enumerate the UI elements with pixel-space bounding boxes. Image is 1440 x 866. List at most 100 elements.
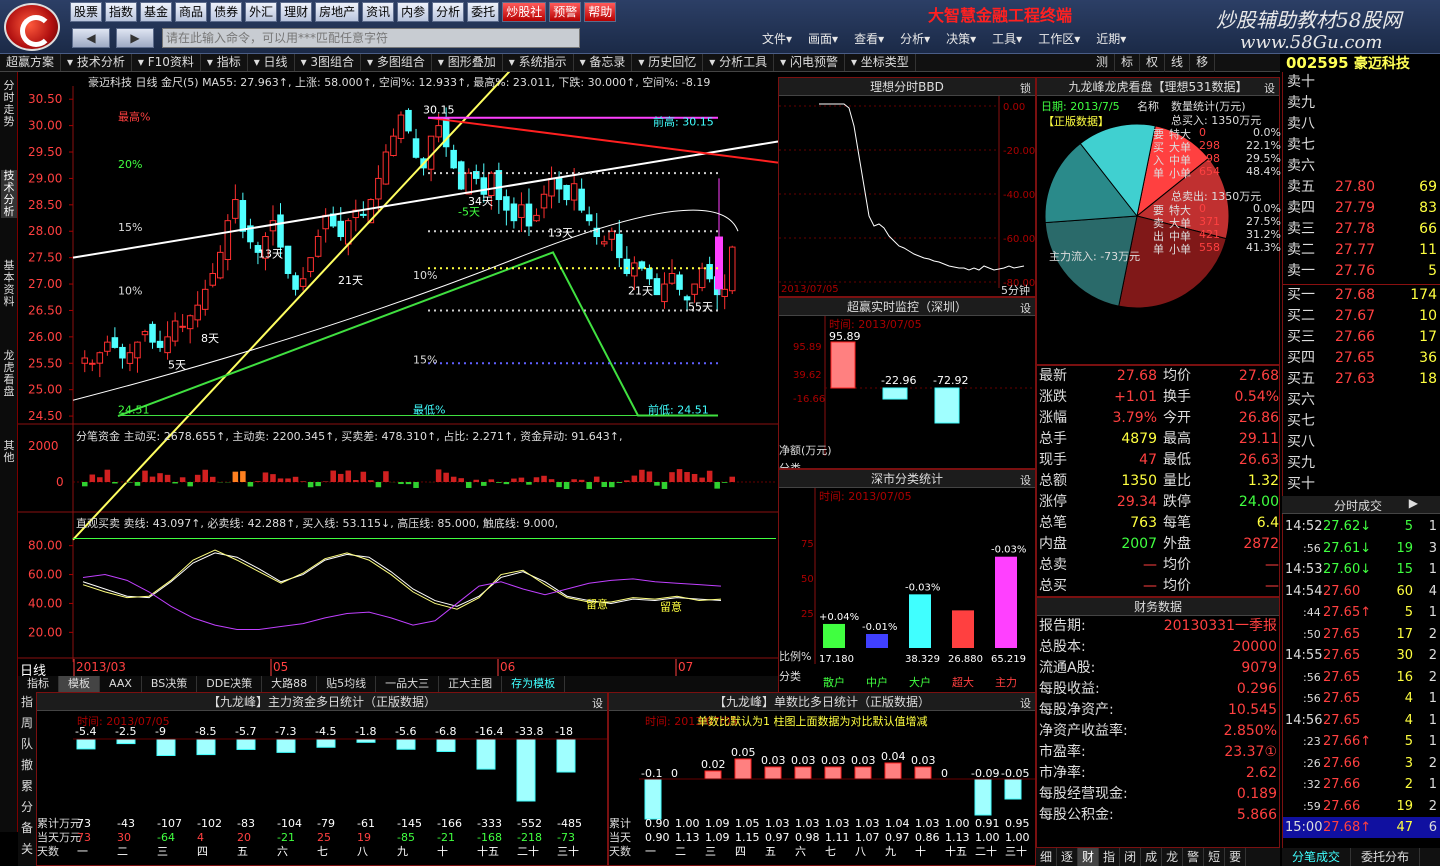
candle[interactable]	[676, 274, 683, 290]
candle[interactable]	[668, 272, 676, 284]
candle[interactable]	[186, 315, 194, 330]
ticks-list[interactable]: 14:52 27.62↓ 5 1:56 27.61↓ 19 3 14:53 27.60↓ 15 1 1…	[1282, 514, 1440, 848]
template-tab-1[interactable]: 模板	[59, 676, 100, 692]
template-tab-4[interactable]: DDE决策	[197, 676, 263, 692]
toolbar-item-3[interactable]: ▾ 指标	[201, 54, 248, 71]
candle[interactable]	[465, 172, 472, 195]
right-tab-6[interactable]: 龙	[1162, 848, 1184, 866]
template-tab-9[interactable]: 存为模板	[502, 676, 566, 692]
left-tab-2[interactable]: 基本资料	[1, 260, 17, 308]
candle[interactable]	[299, 278, 307, 287]
toolbar-item-7[interactable]: ▾ 图形叠加	[432, 54, 503, 71]
right-tab-3[interactable]: 指	[1099, 848, 1121, 866]
minute-bbd-chart[interactable]: 0.00-20.00-40.00-60.00-80.002013/07/05 5分…	[779, 96, 1035, 296]
jlf-left-tab-1[interactable]: 周	[19, 717, 35, 729]
candle[interactable]	[570, 183, 578, 201]
toolbar-item-13[interactable]: ▾ 坐标类型	[845, 54, 916, 71]
candle[interactable]	[89, 362, 96, 365]
candle[interactable]	[390, 135, 397, 157]
class-stat-settings-button[interactable]: 设	[1020, 472, 1031, 488]
menu-button-7[interactable]: 房地产	[315, 2, 360, 22]
jlf-fund-settings-button[interactable]: 设	[592, 695, 603, 711]
tick-row[interactable]: :56 27.61↓ 19 3	[1283, 538, 1440, 559]
candle[interactable]	[397, 114, 405, 139]
menu-button-11[interactable]: 委托	[467, 2, 500, 22]
toolbar-item-11[interactable]: ▾ 分析工具	[703, 54, 775, 71]
tick-row[interactable]: :50 27.65 17 2	[1283, 624, 1440, 645]
tick-row[interactable]: 14:55 27.65 30 2	[1283, 645, 1440, 666]
tick-row[interactable]: :23 27.66↑ 5 1	[1283, 731, 1440, 752]
candle[interactable]	[510, 203, 518, 222]
menu-button-2[interactable]: 基金	[140, 2, 173, 22]
candle[interactable]	[653, 278, 661, 296]
ticks-tab-1[interactable]: 委托分布	[1351, 848, 1421, 866]
candle[interactable]	[533, 214, 540, 222]
right-tab-4[interactable]: 闭	[1120, 848, 1142, 866]
candle[interactable]	[540, 193, 548, 209]
tick-row[interactable]: :26 27.66 3 2	[1283, 753, 1440, 774]
command-input[interactable]: 请在此输入命令，可以用***匹配任意字符	[162, 28, 580, 48]
left-tab-3[interactable]: 龙虎看盘	[1, 350, 17, 398]
candle[interactable]	[239, 200, 247, 232]
menu-button-8[interactable]: 资讯	[362, 2, 395, 22]
candle[interactable]	[503, 196, 510, 211]
right-tab-5[interactable]: 成	[1141, 848, 1163, 866]
tick-row[interactable]: :56 27.65 16 2	[1283, 667, 1440, 688]
menu-button-3[interactable]: 商品	[175, 2, 208, 22]
candle[interactable]	[698, 267, 706, 289]
toolbar-item-12[interactable]: ▾ 闪电预警	[774, 54, 845, 71]
toolbar-item-2[interactable]: ▾ F10资料	[132, 54, 201, 71]
candle[interactable]	[412, 138, 420, 158]
menu-button-13[interactable]: 预警	[549, 2, 582, 22]
longhu-settings-button[interactable]: 设	[1264, 80, 1275, 96]
menu-button-1[interactable]: 指数	[105, 2, 138, 22]
jlf-left-tab-4[interactable]: 累	[19, 780, 35, 792]
menubar-item-4[interactable]: 决策▾	[938, 30, 984, 47]
toolbar-item-5[interactable]: ▾ 3图组合	[295, 54, 362, 71]
candle[interactable]	[623, 258, 631, 274]
candle[interactable]	[81, 357, 89, 364]
candle[interactable]	[119, 346, 126, 359]
template-tab-6[interactable]: 贴5均线	[317, 676, 377, 692]
candle[interactable]	[134, 341, 141, 359]
candle[interactable]	[171, 320, 179, 342]
candle[interactable]	[292, 275, 299, 290]
tick-row[interactable]: :56 27.65 4 1	[1283, 688, 1440, 709]
tick-row[interactable]: :32 27.66 2 1	[1283, 774, 1440, 795]
candle[interactable]	[307, 257, 314, 273]
candle[interactable]	[457, 161, 465, 190]
menubar-item-2[interactable]: 查看▾	[846, 30, 892, 47]
menu-button-12[interactable]: 炒股社	[502, 2, 547, 22]
kline-chart-area[interactable]: 30.50 30.00 29.50 29.00 28.50 28.00 27.50 27.00…	[18, 72, 778, 680]
candle[interactable]	[337, 220, 345, 238]
candle[interactable]	[322, 214, 329, 230]
candle[interactable]	[126, 352, 134, 364]
toolbar-right-item-0[interactable]: 测	[1090, 54, 1116, 72]
toolbar-right-item-3[interactable]: 线	[1165, 54, 1191, 72]
toolbar-right-item-4[interactable]: 移	[1190, 54, 1216, 72]
candle[interactable]	[616, 233, 623, 259]
menubar-item-7[interactable]: 近期▾	[1088, 30, 1134, 47]
jlf-left-tab-2[interactable]: 队	[19, 738, 35, 750]
candle[interactable]	[96, 352, 104, 364]
right-tab-2[interactable]: 财	[1078, 848, 1100, 866]
menu-button-4[interactable]: 债券	[210, 2, 243, 22]
tick-row[interactable]: :59 27.66 19 2	[1283, 796, 1440, 817]
toolbar-item-4[interactable]: ▾ 日线	[248, 54, 295, 71]
candle[interactable]	[375, 177, 382, 200]
jlf-left-tab-3[interactable]: 撤	[19, 759, 35, 771]
template-tab-8[interactable]: 正大主图	[439, 676, 503, 692]
candle[interactable]	[345, 220, 352, 245]
toolbar-right-item-2[interactable]: 权	[1140, 54, 1166, 72]
menubar-item-3[interactable]: 分析▾	[892, 30, 938, 47]
candle[interactable]	[578, 188, 585, 211]
candle[interactable]	[488, 172, 495, 197]
candle[interactable]	[555, 177, 563, 190]
candle[interactable]	[277, 214, 284, 248]
candle[interactable]	[111, 337, 119, 348]
toolbar-item-8[interactable]: ▾ 系统指示	[503, 54, 574, 71]
candle[interactable]	[728, 246, 736, 292]
candle[interactable]	[525, 203, 533, 227]
right-tab-0[interactable]: 细	[1036, 848, 1058, 866]
tick-row[interactable]: 14:56 27.65 4 1	[1283, 710, 1440, 731]
